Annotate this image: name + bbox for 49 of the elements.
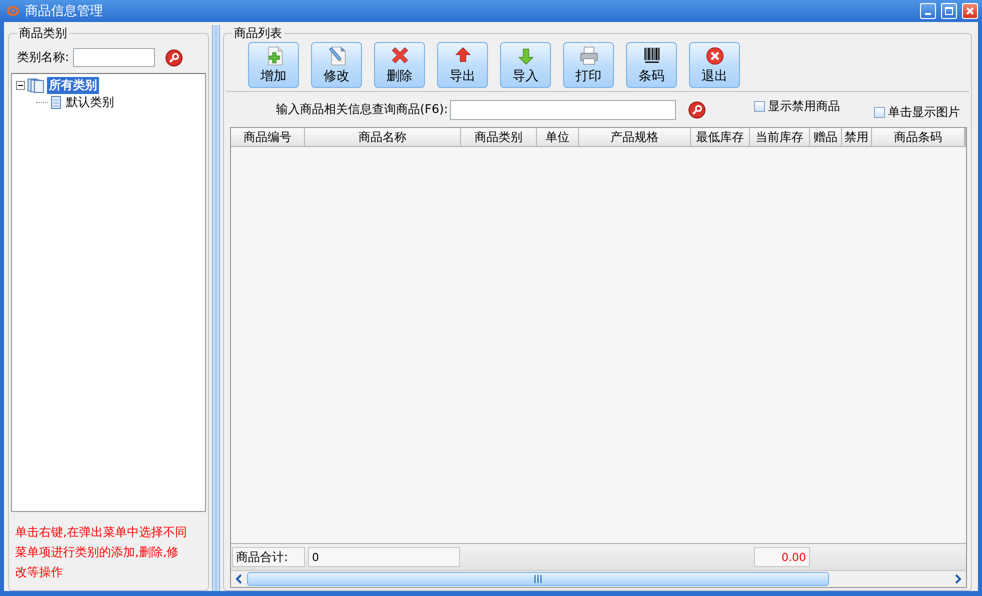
column-header[interactable]: 商品条码 — [872, 128, 965, 147]
window-title: 商品信息管理 — [25, 3, 104, 20]
horizontal-scrollbar[interactable] — [231, 570, 966, 587]
toolbar-button[interactable]: 删除 — [374, 42, 425, 88]
checkbox-label[interactable]: 显示禁用商品 — [768, 98, 840, 115]
search-icon[interactable] — [688, 100, 706, 118]
minimize-button[interactable] — [920, 3, 936, 19]
checkbox[interactable] — [874, 107, 885, 118]
search-label: 输入商品相关信息查询商品(F6): — [276, 101, 448, 118]
toolbar-button[interactable]: 条码 — [626, 42, 677, 88]
tree-item[interactable]: 所有类别 — [47, 77, 99, 94]
column-header[interactable]: 商品名称 — [305, 128, 461, 147]
category-name-field[interactable] — [73, 48, 156, 67]
count-label: 商品合计: — [232, 547, 305, 567]
toolbar-button[interactable]: 打印 — [563, 42, 614, 88]
checkbox-label[interactable]: 单击显示图片 — [888, 104, 960, 121]
group-title: 商品类别 — [18, 25, 68, 42]
column-header[interactable]: 最低库存 — [691, 128, 750, 147]
column-header[interactable]: 单位 — [537, 128, 579, 147]
close-button[interactable] — [962, 3, 978, 19]
maximize-button[interactable] — [941, 3, 957, 19]
checkbox[interactable] — [754, 101, 765, 112]
column-header[interactable]: 禁用 — [842, 128, 872, 147]
column-header[interactable]: 商品编号 — [231, 128, 305, 147]
column-header[interactable]: 赠品 — [810, 128, 842, 147]
tree-item[interactable]: 默认类别 — [64, 94, 116, 111]
count-value: 0 — [308, 547, 460, 567]
total-value: 0.00 — [754, 547, 810, 567]
documents-icon — [27, 78, 45, 93]
scroll-thumb[interactable] — [247, 572, 829, 586]
search-field[interactable] — [450, 100, 676, 120]
column-header[interactable]: 当前库存 — [750, 128, 810, 147]
toolbar-button[interactable]: 导入 — [500, 42, 551, 88]
toolbar-button[interactable]: 退出 — [689, 42, 740, 88]
group-title: 商品列表 — [233, 25, 283, 42]
column-header[interactable]: 商品类别 — [461, 128, 537, 147]
field-label: 类别名称: — [17, 49, 70, 66]
maximize-icon — [945, 7, 953, 15]
document-icon — [50, 95, 62, 110]
column-header[interactable]: 产品规格 — [579, 128, 691, 147]
toolbar-button[interactable]: 导出 — [437, 42, 488, 88]
toolbar-button[interactable]: 修改 — [311, 42, 362, 88]
toolbar-button[interactable]: 增加 — [248, 42, 299, 88]
app-logo-icon — [6, 5, 20, 17]
collapse-icon[interactable] — [16, 81, 25, 90]
hint-text: 单击右键,在弹出菜单中选择不同菜单项进行类别的添加,删除,修改等操作 — [14, 524, 188, 581]
close-icon — [966, 7, 974, 15]
search-icon[interactable] — [165, 48, 184, 66]
grip-icon — [534, 575, 542, 583]
